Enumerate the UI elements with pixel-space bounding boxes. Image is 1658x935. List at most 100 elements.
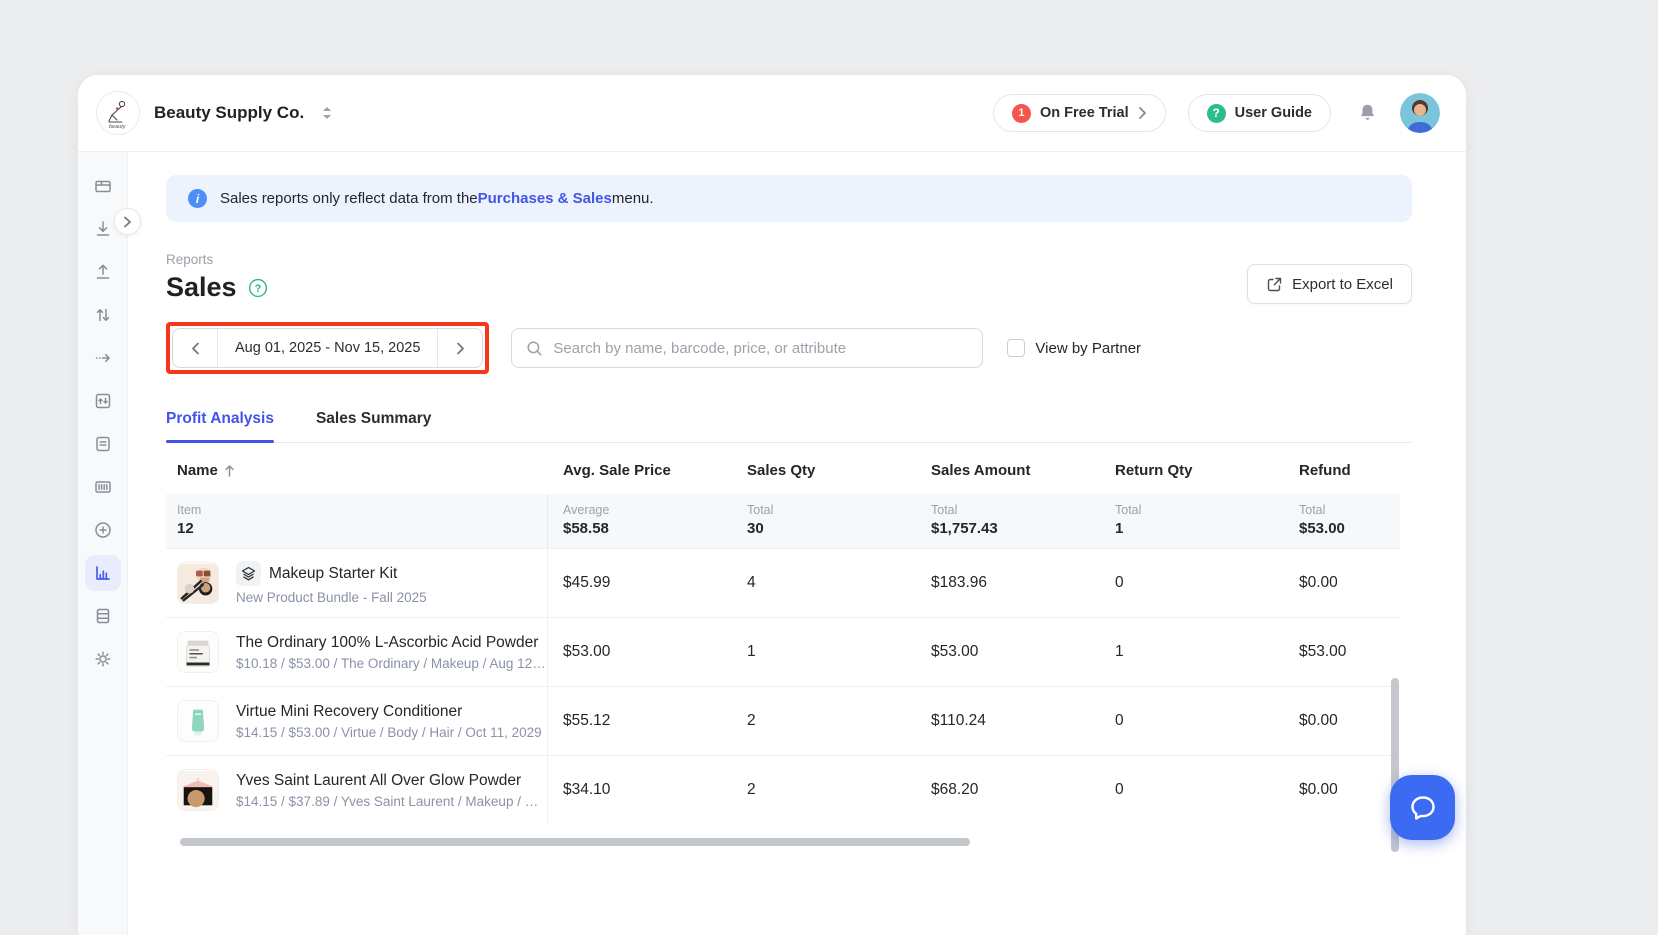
beauty-logo-icon: beauty bbox=[98, 93, 138, 133]
page-title: Sales bbox=[166, 272, 237, 303]
product-image bbox=[177, 700, 219, 742]
user-avatar[interactable] bbox=[1400, 93, 1440, 133]
chevron-right-icon bbox=[1138, 106, 1147, 120]
summary-label: Average bbox=[563, 503, 732, 517]
date-range-value[interactable]: Aug 01, 2025 - Nov 15, 2025 bbox=[217, 329, 438, 367]
table-row[interactable]: Makeup Starter Kit New Product Bundle - … bbox=[166, 548, 1400, 617]
annotation-highlight: Aug 01, 2025 - Nov 15, 2025 bbox=[166, 322, 489, 374]
export-icon bbox=[1266, 276, 1283, 293]
summary-sales-qty: 30 bbox=[747, 520, 916, 537]
summary-label: Total bbox=[931, 503, 1100, 517]
company-name: Beauty Supply Co. bbox=[154, 103, 304, 123]
sort-ascending-icon bbox=[224, 464, 235, 478]
summary-refund: $53.00 bbox=[1299, 520, 1400, 537]
date-next-button[interactable] bbox=[438, 329, 482, 367]
cell-sales-amount: $53.00 bbox=[916, 618, 1100, 686]
user-guide-label: User Guide bbox=[1235, 105, 1312, 121]
app-window: beauty Beauty Supply Co. 1 On Free Trial… bbox=[78, 75, 1466, 935]
column-header-return-qty[interactable]: Return Qty bbox=[1100, 462, 1284, 479]
horizontal-scrollbar[interactable] bbox=[180, 838, 970, 846]
cell-avg-sale-price: $55.12 bbox=[548, 687, 732, 755]
cell-sales-qty: 2 bbox=[732, 687, 916, 755]
sidebar-item-reports-chart[interactable] bbox=[85, 555, 121, 591]
column-header-name[interactable]: Name bbox=[166, 462, 548, 479]
company-logo[interactable]: beauty bbox=[96, 91, 140, 135]
cell-refund: $0.00 bbox=[1284, 549, 1400, 617]
main-content: i Sales reports only reflect data from t… bbox=[128, 152, 1466, 935]
table-row[interactable]: The Ordinary 100% L-Ascorbic Acid Powder… bbox=[166, 617, 1400, 686]
checkbox-icon[interactable] bbox=[1007, 339, 1025, 357]
column-header-sales-qty[interactable]: Sales Qty bbox=[732, 462, 916, 479]
tab-sales-summary[interactable]: Sales Summary bbox=[316, 410, 431, 442]
chat-icon bbox=[1408, 793, 1438, 823]
question-badge-icon: ? bbox=[1207, 104, 1226, 123]
sidebar-item-package[interactable] bbox=[85, 168, 121, 204]
cell-sales-amount: $183.96 bbox=[916, 549, 1100, 617]
sidebar-item-move[interactable] bbox=[85, 340, 121, 376]
free-trial-button[interactable]: 1 On Free Trial bbox=[993, 94, 1166, 132]
banner-text-before: Sales reports only reflect data from the bbox=[220, 190, 478, 207]
svg-text:beauty: beauty bbox=[109, 124, 127, 130]
cell-avg-sale-price: $53.00 bbox=[548, 618, 732, 686]
cell-refund: $0.00 bbox=[1284, 687, 1400, 755]
product-name: Yves Saint Laurent All Over Glow Powder bbox=[236, 772, 521, 790]
chat-widget-button[interactable] bbox=[1390, 775, 1455, 840]
notification-bell-icon[interactable] bbox=[1357, 102, 1378, 124]
export-to-excel-button[interactable]: Export to Excel bbox=[1247, 264, 1412, 304]
top-bar: beauty Beauty Supply Co. 1 On Free Trial… bbox=[78, 75, 1466, 152]
summary-label: Total bbox=[1115, 503, 1284, 517]
cell-avg-sale-price: $34.10 bbox=[548, 756, 732, 824]
table-summary-row: Item12 Average$58.58 Total30 Total$1,757… bbox=[166, 494, 1400, 548]
search-icon bbox=[526, 340, 543, 357]
table-row[interactable]: Yves Saint Laurent All Over Glow Powder … bbox=[166, 755, 1400, 824]
cell-sales-amount: $110.24 bbox=[916, 687, 1100, 755]
product-subtitle: New Product Bundle - Fall 2025 bbox=[236, 590, 427, 605]
search-box bbox=[511, 328, 983, 368]
help-icon[interactable]: ? bbox=[248, 278, 268, 298]
product-image bbox=[177, 631, 219, 673]
cell-sales-qty: 2 bbox=[732, 756, 916, 824]
summary-label: Total bbox=[747, 503, 916, 517]
date-range-picker: Aug 01, 2025 - Nov 15, 2025 bbox=[172, 328, 483, 368]
cell-return-qty: 0 bbox=[1100, 549, 1284, 617]
cell-return-qty: 0 bbox=[1100, 687, 1284, 755]
view-by-partner-checkbox[interactable]: View by Partner bbox=[1007, 339, 1141, 357]
tab-bar: Profit Analysis Sales Summary bbox=[166, 410, 1412, 443]
sidebar-expand-button[interactable] bbox=[114, 208, 141, 235]
trial-label: On Free Trial bbox=[1040, 105, 1129, 121]
column-header-sales-amount[interactable]: Sales Amount bbox=[916, 462, 1100, 479]
trial-badge: 1 bbox=[1012, 104, 1031, 123]
user-guide-button[interactable]: ? User Guide bbox=[1188, 94, 1331, 132]
sidebar-item-stock-out[interactable] bbox=[85, 254, 121, 290]
sidebar-item-adjust[interactable] bbox=[85, 297, 121, 333]
svg-text:?: ? bbox=[254, 283, 261, 295]
summary-sales-amount: $1,757.43 bbox=[931, 520, 1100, 537]
sidebar-item-data-center[interactable] bbox=[85, 598, 121, 634]
info-banner: i Sales reports only reflect data from t… bbox=[166, 175, 1412, 222]
sidebar-item-add-circle[interactable] bbox=[85, 512, 121, 548]
cell-return-qty: 1 bbox=[1100, 618, 1284, 686]
date-prev-button[interactable] bbox=[173, 329, 217, 367]
bundle-layers-icon bbox=[236, 561, 261, 586]
search-input[interactable] bbox=[553, 340, 968, 357]
sidebar-item-purchases-sales[interactable] bbox=[85, 426, 121, 462]
profit-analysis-table: Name Avg. Sale Price Sales Qty Sales Amo… bbox=[166, 445, 1400, 824]
tab-profit-analysis[interactable]: Profit Analysis bbox=[166, 410, 274, 442]
table-row[interactable]: Virtue Mini Recovery Conditioner $14.15 … bbox=[166, 686, 1400, 755]
cell-sales-qty: 1 bbox=[732, 618, 916, 686]
sidebar-item-settings-gear[interactable] bbox=[85, 641, 121, 677]
column-header-avg-sale-price[interactable]: Avg. Sale Price bbox=[548, 462, 732, 479]
product-image bbox=[177, 562, 219, 604]
view-by-partner-label: View by Partner bbox=[1035, 340, 1141, 357]
company-switcher-icon[interactable] bbox=[322, 106, 332, 120]
summary-label: Total bbox=[1299, 503, 1400, 517]
summary-avg-price: $58.58 bbox=[563, 520, 732, 537]
sidebar-item-barcode[interactable] bbox=[85, 469, 121, 505]
purchases-sales-link[interactable]: Purchases & Sales bbox=[478, 190, 612, 207]
cell-sales-qty: 4 bbox=[732, 549, 916, 617]
cell-avg-sale-price: $45.99 bbox=[548, 549, 732, 617]
cell-sales-amount: $68.20 bbox=[916, 756, 1100, 824]
product-subtitle: $14.15 / $37.89 / Yves Saint Laurent / M… bbox=[236, 794, 547, 809]
column-header-refund[interactable]: Refund bbox=[1284, 462, 1400, 479]
sidebar-item-stocktake[interactable] bbox=[85, 383, 121, 419]
